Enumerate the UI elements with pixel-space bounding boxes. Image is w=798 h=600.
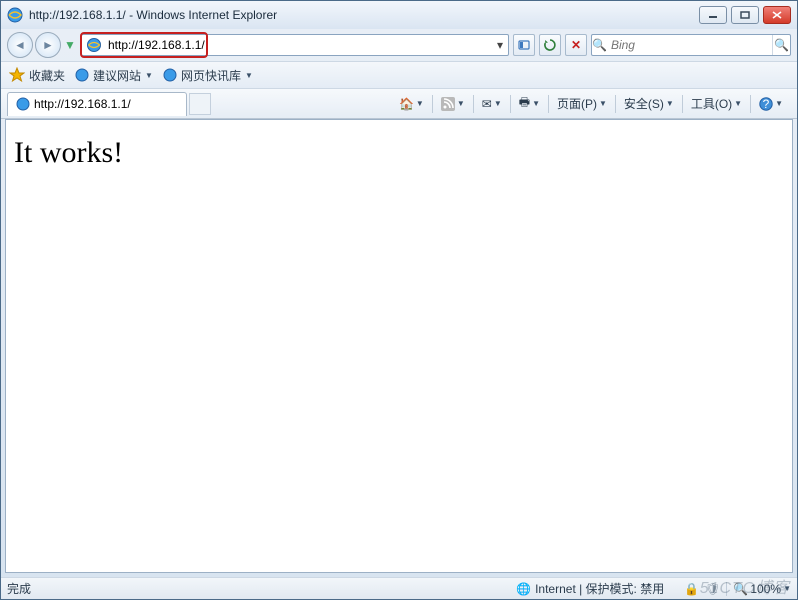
new-tab-button[interactable] — [189, 93, 211, 115]
chevron-down-icon: ▼ — [245, 71, 253, 80]
home-button[interactable]: 🏠▼ — [395, 93, 428, 115]
feeds-button[interactable]: ▼ — [437, 93, 469, 115]
stop-button[interactable]: ✕ — [565, 34, 587, 56]
site-icon — [75, 68, 89, 82]
safety-menu[interactable]: 安全(S)▼ — [620, 93, 678, 115]
tools-menu[interactable]: 工具(O)▼ — [687, 93, 746, 115]
address-bar[interactable]: ▾ — [81, 34, 509, 56]
maximize-button[interactable] — [731, 6, 759, 24]
security-icon[interactable]: 🔒 — [684, 582, 699, 596]
active-tab[interactable]: http://192.168.1.1/ — [7, 92, 187, 116]
zoom-dropdown[interactable]: ▼ — [783, 584, 791, 593]
address-dropdown[interactable]: ▾ — [492, 38, 508, 52]
help-button[interactable]: ?▼ — [755, 93, 787, 115]
search-bar[interactable]: 🔍 🔍 — [591, 34, 791, 56]
chevron-down-icon: ▼ — [145, 71, 153, 80]
zoom-value[interactable]: 100% — [750, 582, 781, 596]
mail-icon: ✉ — [482, 97, 492, 111]
favorites-item-label: 网页快讯库 — [181, 67, 241, 84]
site-icon — [163, 68, 177, 82]
zoom-icon[interactable]: 🔍 — [733, 582, 748, 596]
minimize-button[interactable] — [699, 6, 727, 24]
window-title: http://192.168.1.1/ - Windows Internet E… — [29, 8, 699, 22]
home-icon: 🏠 — [399, 97, 414, 111]
tools-label: 工具(O) — [691, 95, 732, 112]
page-body: It works! — [6, 120, 792, 186]
favorites-button[interactable]: 收藏夹 — [9, 67, 65, 84]
refresh-button[interactable] — [539, 34, 561, 56]
address-input[interactable] — [106, 35, 492, 55]
globe-icon: 🌐 — [516, 582, 531, 596]
favorites-bar: 收藏夹 建议网站 ▼ 网页快讯库 ▼ — [1, 61, 797, 89]
nav-toolbar: ◄ ► ▼ ▾ ✕ 🔍 🔍 — [1, 29, 797, 61]
zone-text: Internet | 保护模式: 禁用 — [535, 580, 664, 597]
print-icon: 🖶 — [519, 93, 530, 114]
status-text: 完成 — [7, 580, 516, 597]
favorites-item-label: 建议网站 — [93, 67, 141, 84]
readmail-button[interactable]: ✉▼ — [478, 93, 506, 115]
favorites-item-suggested[interactable]: 建议网站 ▼ — [75, 67, 153, 84]
search-input[interactable] — [607, 38, 772, 52]
safety-label: 安全(S) — [624, 95, 664, 112]
tab-title: http://192.168.1.1/ — [34, 97, 131, 111]
page-favicon-icon — [86, 37, 102, 53]
close-button[interactable] — [763, 6, 791, 24]
favorites-item-webslices[interactable]: 网页快讯库 ▼ — [163, 67, 253, 84]
ie-window: http://192.168.1.1/ - Windows Internet E… — [0, 0, 798, 600]
rss-icon — [441, 97, 455, 111]
star-icon — [9, 67, 25, 83]
forward-button[interactable]: ► — [35, 32, 61, 58]
tab-favicon-icon — [16, 97, 30, 111]
page-heading: It works! — [14, 136, 784, 170]
print-button[interactable]: 🖶▼ — [515, 93, 544, 115]
titlebar: http://192.168.1.1/ - Windows Internet E… — [1, 1, 797, 29]
help-icon: ? — [759, 97, 773, 111]
favorites-label: 收藏夹 — [29, 67, 65, 84]
page-menu[interactable]: 页面(P)▼ — [553, 93, 611, 115]
svg-text:?: ? — [763, 97, 770, 111]
page-label: 页面(P) — [557, 95, 597, 112]
compat-view-button[interactable] — [513, 34, 535, 56]
command-bar: http://192.168.1.1/ 🏠▼ ▼ ✉▼ 🖶▼ 页面(P)▼ 安全… — [1, 89, 797, 119]
ie-logo-icon — [7, 7, 23, 23]
back-button[interactable]: ◄ — [7, 32, 33, 58]
search-provider-icon: 🔍 — [592, 38, 607, 52]
search-go-button[interactable]: 🔍 — [772, 35, 790, 55]
protected-mode-icon[interactable]: 🛡 — [705, 582, 720, 596]
status-bar: 完成 🌐 Internet | 保护模式: 禁用 🔒 🛡 🔍 100% ▼ — [1, 577, 797, 599]
history-dropdown[interactable]: ▼ — [63, 35, 77, 55]
page-viewport[interactable]: It works! — [5, 119, 793, 573]
